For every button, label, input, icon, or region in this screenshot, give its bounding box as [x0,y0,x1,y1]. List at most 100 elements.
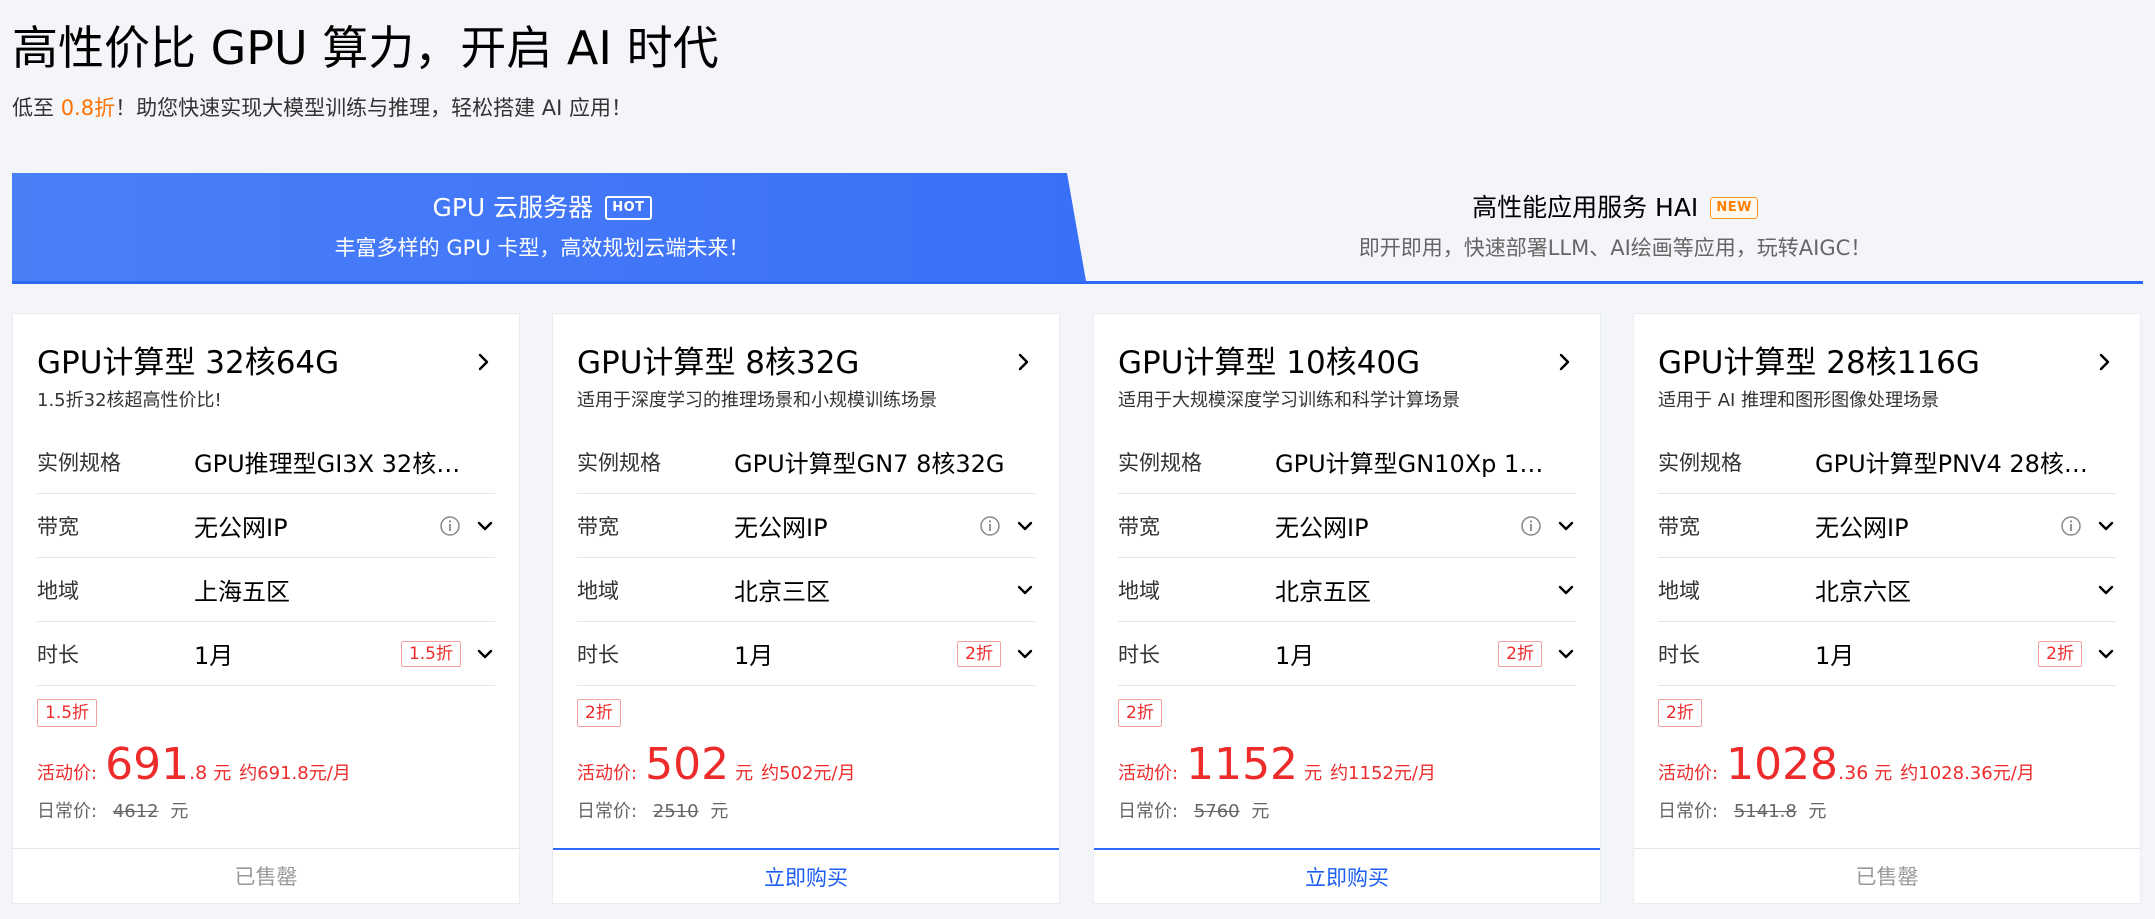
activity-price: 活动价: 691 .8 元 约691.8元/月 [37,739,351,791]
tab-hai[interactable]: 高性能应用服务 HAI NEW 即开即用，快速部署LLM、AI绘画等应用，玩转A… [1087,173,2143,281]
regular-price: 日常价: 4612 元 [37,797,188,823]
activity-price-label: 活动价: [1118,763,1179,784]
discount-badge: 1.5折 [37,699,98,727]
duration-select[interactable]: 时长 1月 2折 [1118,622,1576,686]
chevron-down-icon[interactable] [2096,644,2116,664]
chevron-down-icon[interactable] [1015,644,1035,664]
card-description: 适用于深度学习的推理场景和小规模训练场景 [577,390,937,411]
region-select[interactable]: 地域 北京五区 [1118,558,1576,622]
discount-badge: 2折 [1658,699,1702,727]
chevron-right-icon[interactable] [1011,350,1035,374]
activity-price-label: 活动价: [1658,763,1719,784]
duration-select[interactable]: 时长 1月 2折 [1658,622,2116,686]
product-card: GPU计算型 28核116G 适用于 AI 推理和图形图像处理场景 实例规格 G… [1633,313,2141,904]
regular-price-value: 5141.8 [1733,801,1797,822]
bandwidth-select[interactable]: 带宽 无公网IP [577,494,1035,558]
region-label: 地域 [1658,578,1700,603]
chevron-down-icon[interactable] [2096,516,2116,536]
chevron-down-icon[interactable] [475,516,495,536]
spec-value: GPU计算型PNV4 28核116G [1815,450,2095,478]
page-subtitle: 低至 0.8折！助您快速实现大模型训练与推理，轻松搭建 AI 应用！ [12,92,632,124]
activity-price: 活动价: 1152 元 约1152元/月 [1118,739,1436,791]
card-title: GPU计算型 8核32G [577,345,860,381]
bandwidth-select[interactable]: 带宽 无公网IP [1118,494,1576,558]
regular-price-label: 日常价: [1118,801,1179,822]
product-card: GPU计算型 10核40G 适用于大规模深度学习训练和科学计算场景 实例规格 G… [1093,313,1601,904]
region-select: 地域 上海五区 [37,558,495,622]
info-icon[interactable] [979,515,1001,537]
sold-out-button: 已售罄 [13,848,519,903]
info-icon[interactable] [2060,515,2082,537]
tab-description: 丰富多样的 GPU 卡型，高效规划云端未来！ [334,236,750,260]
sold-out-button: 已售罄 [1634,848,2140,903]
price-integer: 1028 [1726,739,1839,790]
subtitle-suffix: ！助您快速实现大模型训练与推理，轻松搭建 AI 应用！ [115,96,633,120]
regular-price-label: 日常价: [37,801,98,822]
spec-label: 实例规格 [577,450,661,475]
tab-gpu-cloud-server[interactable]: GPU 云服务器 HOT 丰富多样的 GPU 卡型，高效规划云端未来！ [12,173,1072,281]
chevron-right-icon[interactable] [471,350,495,374]
duration-select[interactable]: 时长 1月 1.5折 [37,622,495,686]
chevron-right-icon[interactable] [2092,350,2116,374]
regular-price-unit: 元 [1251,801,1270,822]
chevron-down-icon[interactable] [475,644,495,664]
bandwidth-value: 无公网IP [1815,514,1909,542]
chevron-right-icon[interactable] [1552,350,1576,374]
spec-label: 实例规格 [1658,450,1742,475]
product-tabs: GPU 云服务器 HOT 丰富多样的 GPU 卡型，高效规划云端未来！ 高性能应… [12,173,2143,284]
duration-value: 1月 [194,642,234,670]
regular-price-unit: 元 [1808,801,1827,822]
discount-badge: 2折 [577,699,621,727]
buy-now-button[interactable]: 立即购买 [1094,848,1600,903]
card-header[interactable]: GPU计算型 8核32G 适用于深度学习的推理场景和小规模训练场景 [577,342,1035,414]
page-title: 高性价比 GPU 算力，开启 AI 时代 [12,21,719,75]
chevron-down-icon[interactable] [1556,516,1576,536]
bandwidth-select[interactable]: 带宽 无公网IP [37,494,495,558]
duration-select[interactable]: 时长 1月 2折 [577,622,1035,686]
duration-label: 时长 [1118,642,1160,667]
info-icon[interactable] [439,515,461,537]
chevron-down-icon[interactable] [1556,644,1576,664]
regular-price-value: 4612 [112,801,159,822]
chevron-down-icon[interactable] [2096,580,2116,600]
spec-row: 实例规格 GPU推理型GI3X 32核64G [37,430,495,494]
price-per-month: 约502元/月 [761,763,856,784]
spec-value: GPU计算型GN7 8核32G [734,450,1005,478]
spec-label: 实例规格 [1118,450,1202,475]
card-description: 1.5折32核超高性价比! [37,390,222,411]
tab-title: GPU 云服务器 [432,193,594,222]
chevron-down-icon[interactable] [1556,580,1576,600]
card-header[interactable]: GPU计算型 28核116G 适用于 AI 推理和图形图像处理场景 [1658,342,2116,414]
region-label: 地域 [37,578,79,603]
buy-now-button[interactable]: 立即购买 [553,848,1059,903]
spec-row: 实例规格 GPU计算型GN7 8核32G [577,430,1035,494]
region-value: 北京三区 [734,578,830,606]
spec-label: 实例规格 [37,450,121,475]
bandwidth-value: 无公网IP [734,514,828,542]
duration-value: 1月 [1815,642,1855,670]
regular-price: 日常价: 5141.8 元 [1658,797,1827,823]
regular-price-unit: 元 [170,801,189,822]
activity-price: 活动价: 1028 .36 元 约1028.36元/月 [1658,739,2035,791]
card-header[interactable]: GPU计算型 32核64G 1.5折32核超高性价比! [37,342,495,414]
price-decimal: .8 [189,762,208,784]
card-title: GPU计算型 28核116G [1658,345,1980,381]
card-header[interactable]: GPU计算型 10核40G 适用于大规模深度学习训练和科学计算场景 [1118,342,1576,414]
chevron-down-icon[interactable] [1015,580,1035,600]
region-select[interactable]: 地域 北京六区 [1658,558,2116,622]
price-per-month: 约1028.36元/月 [1900,763,2035,784]
regular-price: 日常价: 2510 元 [577,797,728,823]
tab-description: 即开即用，快速部署LLM、AI绘画等应用，玩转AIGC！ [1358,236,1872,260]
spec-row: 实例规格 GPU计算型PNV4 28核116G [1658,430,2116,494]
region-select[interactable]: 地域 北京三区 [577,558,1035,622]
bandwidth-label: 带宽 [1118,514,1160,539]
activity-price-label: 活动价: [37,763,98,784]
bandwidth-select[interactable]: 带宽 无公网IP [1658,494,2116,558]
regular-price-value: 2510 [652,801,699,822]
card-description: 适用于 AI 推理和图形图像处理场景 [1658,390,1940,411]
info-icon[interactable] [1520,515,1542,537]
discount-badge: 2折 [1118,699,1162,727]
duration-discount-tag: 2折 [1498,641,1542,667]
chevron-down-icon[interactable] [1015,516,1035,536]
region-value: 北京六区 [1815,578,1911,606]
